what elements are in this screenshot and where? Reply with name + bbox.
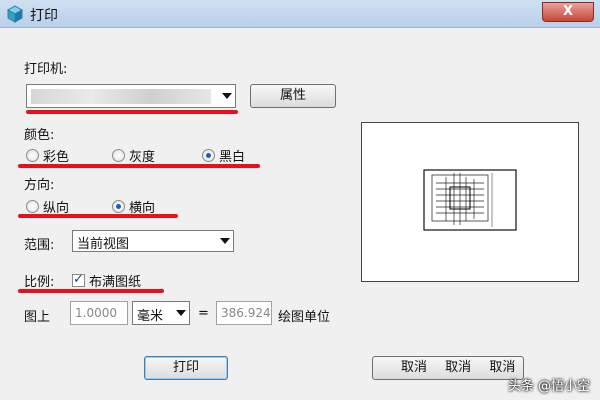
printer-select[interactable] [26,84,236,108]
cancel-label-ghost: 取消 [445,360,472,375]
cancel-label: 取消 [401,360,428,375]
color-option-color[interactable]: 彩色 [26,146,69,165]
color-label: 颜色: [24,128,55,143]
orientation-label: 方向: [24,178,55,193]
color-option-label: 彩色 [43,150,70,165]
window-title: 打印 [30,8,58,24]
paper-value-input[interactable]: 1.0000 [70,301,128,325]
range-selected-value: 当前视图 [77,237,130,252]
drawing-preview-image [423,169,517,231]
print-preview-pane [361,122,579,282]
radio-gray[interactable] [112,149,125,162]
drawing-value-input[interactable]: 386.924 [216,301,272,325]
radio-bw[interactable] [202,149,215,162]
annotation-underline-orientation [18,214,178,218]
cancel-button[interactable]: 取消 取消 取消 [372,356,524,380]
color-option-label: 灰度 [129,150,156,165]
annotation-underline-color [18,164,260,168]
range-select[interactable]: 当前视图 [72,230,234,252]
cancel-label-ghost: 取消 [489,360,516,375]
radio-portrait[interactable] [26,200,39,213]
color-option-gray[interactable]: 灰度 [112,146,155,165]
printer-name-blurred [31,89,211,104]
close-button[interactable]: X [542,2,594,22]
watermark-text: 头条 @悟小空 [507,379,590,394]
fit-paper-checkbox[interactable] [72,272,85,287]
chevron-down-icon [222,93,232,99]
color-option-label: 黑白 [219,150,246,165]
radio-landscape[interactable] [112,200,125,213]
properties-button[interactable]: 属性 [250,84,336,108]
scale-label: 比例: [24,275,55,290]
units-label: 图上 [24,310,51,325]
fit-paper-label: 布满图纸 [89,275,142,290]
unit-selected-value: 毫米 [137,309,164,324]
fit-paper-checkbox-row[interactable]: 布满图纸 [72,271,141,290]
unit-select[interactable]: 毫米 [132,301,190,325]
chevron-down-icon [176,310,186,316]
color-option-bw[interactable]: 黑白 [202,146,245,165]
range-label: 范围: [24,238,55,253]
printer-label: 打印机: [24,62,68,77]
annotation-underline-scale [18,289,164,293]
equals-sign: = [198,306,209,321]
chevron-down-icon [220,238,230,244]
radio-color[interactable] [26,149,39,162]
print-button[interactable]: 打印 [144,356,228,380]
annotation-underline-printer [26,110,238,114]
print-dialog-body: 打印机: 属性 颜色: 彩色 灰度 黑白 方向: 纵向 横向 范围: 当前视图 … [4,28,596,400]
app-cube-icon [6,5,24,23]
drawing-unit-label: 绘图单位 [278,310,331,325]
title-bar: 打印 X [0,0,600,28]
